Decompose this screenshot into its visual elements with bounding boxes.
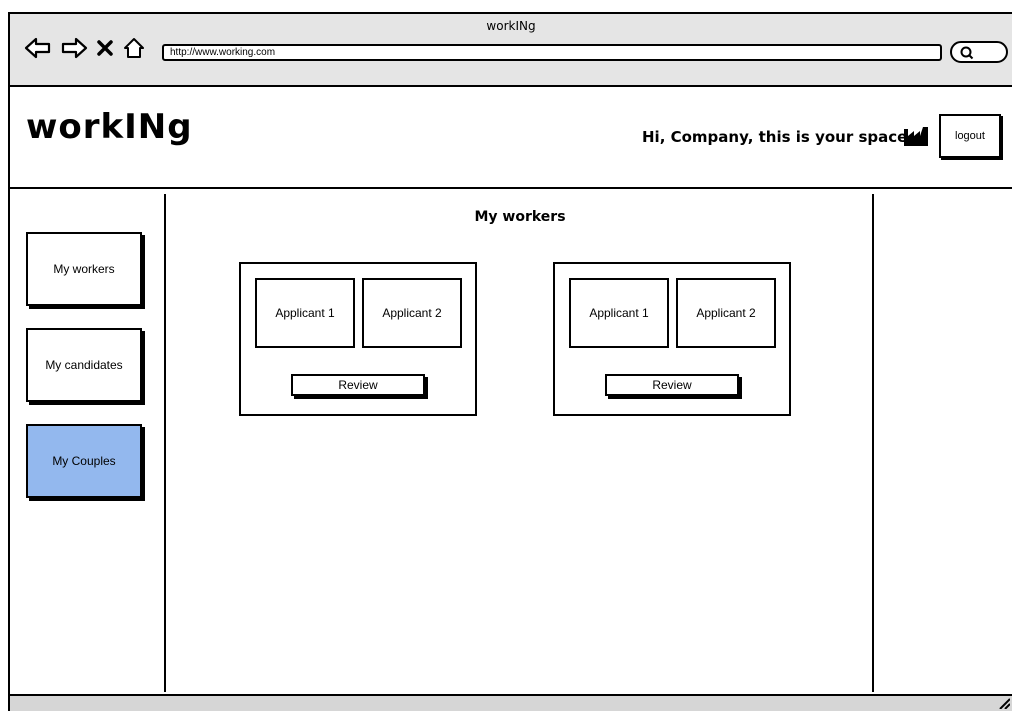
review-button[interactable]: Review	[291, 374, 425, 396]
browser-toolbar: workINg http://www.working.com	[10, 14, 1012, 87]
sidebar-item-my-workers[interactable]: My workers	[26, 232, 142, 306]
resize-grip-icon[interactable]	[996, 694, 1011, 711]
close-icon[interactable]	[96, 38, 114, 62]
search-icon	[960, 46, 974, 60]
content-divider-right	[872, 194, 874, 692]
window-title: workINg	[486, 19, 536, 33]
brand-logo: workINg	[26, 107, 193, 147]
logout-button[interactable]: logout	[939, 114, 1001, 158]
review-button[interactable]: Review	[605, 374, 739, 396]
page-title: My workers	[474, 209, 566, 225]
url-input[interactable]: http://www.working.com	[162, 44, 942, 61]
applicant-1-card[interactable]: Applicant 1	[569, 278, 669, 348]
factory-icon	[903, 125, 929, 151]
applicant-1-card[interactable]: Applicant 1	[255, 278, 355, 348]
sidebar-item-my-candidates[interactable]: My candidates	[26, 328, 142, 402]
app-header: workINg Hi, Company, this is your space …	[10, 87, 1012, 189]
sidebar-item-my-couples[interactable]: My Couples	[26, 424, 142, 498]
arrow-left-icon[interactable]	[24, 36, 52, 64]
search-button[interactable]	[950, 41, 1008, 63]
content-divider-left	[164, 194, 166, 692]
browser-window: workINg http://www.working.com workINg H…	[8, 12, 1012, 711]
couple-card: Applicant 1 Applicant 2 Review	[553, 262, 791, 416]
couple-card: Applicant 1 Applicant 2 Review	[239, 262, 477, 416]
status-bar	[10, 694, 1012, 711]
arrow-right-icon[interactable]	[60, 36, 88, 64]
applicant-2-card[interactable]: Applicant 2	[362, 278, 462, 348]
applicant-2-card[interactable]: Applicant 2	[676, 278, 776, 348]
home-icon[interactable]	[122, 36, 146, 64]
greeting-text: Hi, Company, this is your space	[642, 128, 908, 146]
nav-controls	[24, 36, 146, 64]
